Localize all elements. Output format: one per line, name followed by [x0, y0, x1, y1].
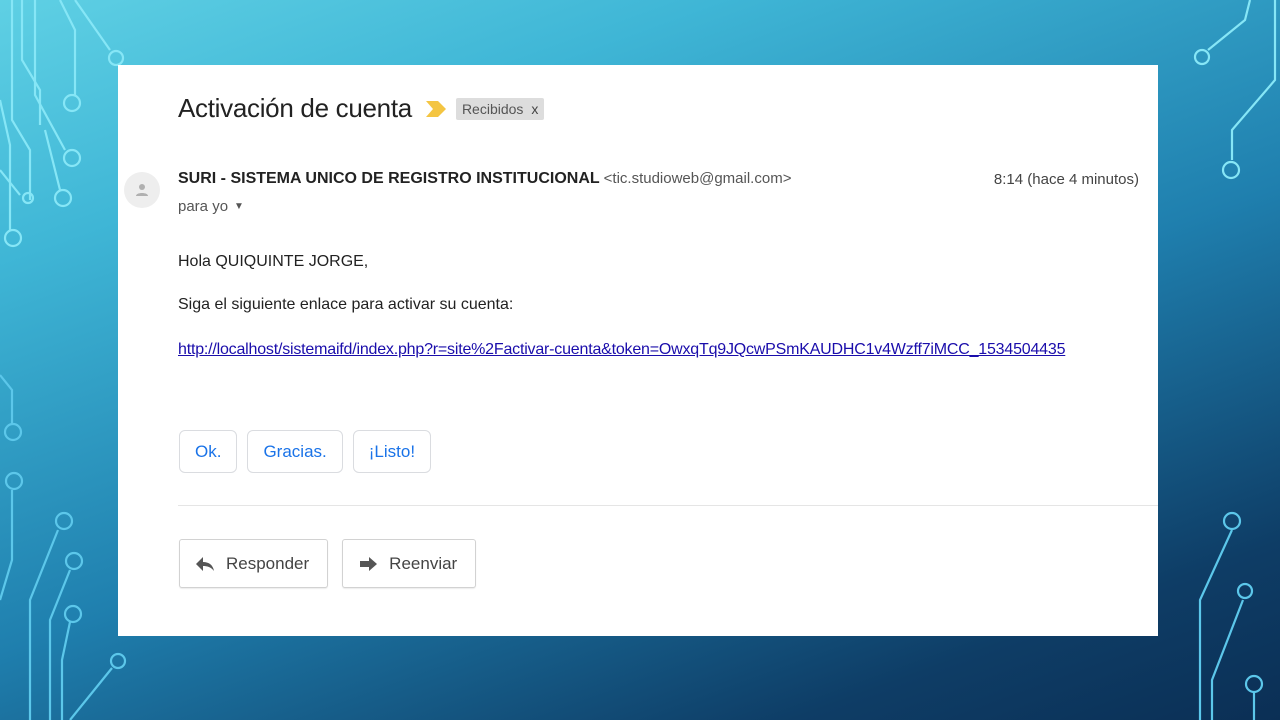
sender-email: <tic.studioweb@gmail.com> [603, 170, 792, 187]
person-icon [136, 184, 148, 196]
email-card: Activación de cuenta Recibidos x SURI - … [118, 65, 1158, 636]
reply-arrow-icon [196, 556, 214, 571]
smart-reply-ok[interactable]: Ok. [179, 430, 238, 473]
smart-reply-gracias[interactable]: Gracias. [247, 430, 343, 473]
forward-arrow-icon [360, 556, 378, 571]
reply-button[interactable]: Responder [179, 539, 329, 588]
caret-down-icon: ▼ [234, 201, 244, 212]
label-chip-recibidos: Recibidos x [455, 97, 545, 120]
divider [178, 505, 1158, 506]
email-greeting: Hola QUIQUINTE JORGE, [178, 253, 369, 270]
smart-reply-listo[interactable]: ¡Listo! [352, 430, 432, 473]
smart-replies: Ok. Gracias. ¡Listo! [179, 430, 432, 473]
label-text: Recibidos [461, 100, 524, 117]
email-subject: Activación de cuenta [178, 93, 412, 123]
activation-link[interactable]: http://localhost/sistemaifd/index.php?r=… [178, 341, 1065, 359]
forward-label: Reenviar [389, 553, 458, 573]
important-marker-icon[interactable] [425, 100, 446, 117]
reply-label: Responder [226, 553, 310, 573]
sender-line: SURI - SISTEMA UNICO DE REGISTRO INSTITU… [178, 170, 791, 188]
subject-row: Activación de cuenta Recibidos x [178, 93, 545, 124]
email-timestamp: 8:14 (hace 4 minutos) [993, 171, 1139, 188]
avatar [124, 172, 160, 208]
sender-name: SURI - SISTEMA UNICO DE REGISTRO INSTITU… [178, 170, 600, 187]
email-instruction: Siga el siguiente enlace para activar su… [178, 296, 514, 313]
recipient-label: para yo [178, 198, 229, 215]
forward-button[interactable]: Reenviar [342, 539, 477, 588]
recipient-details-toggle[interactable]: para yo ▼ [178, 198, 244, 215]
label-remove-button[interactable]: x [531, 101, 538, 117]
message-actions: Responder Reenviar [179, 539, 477, 588]
